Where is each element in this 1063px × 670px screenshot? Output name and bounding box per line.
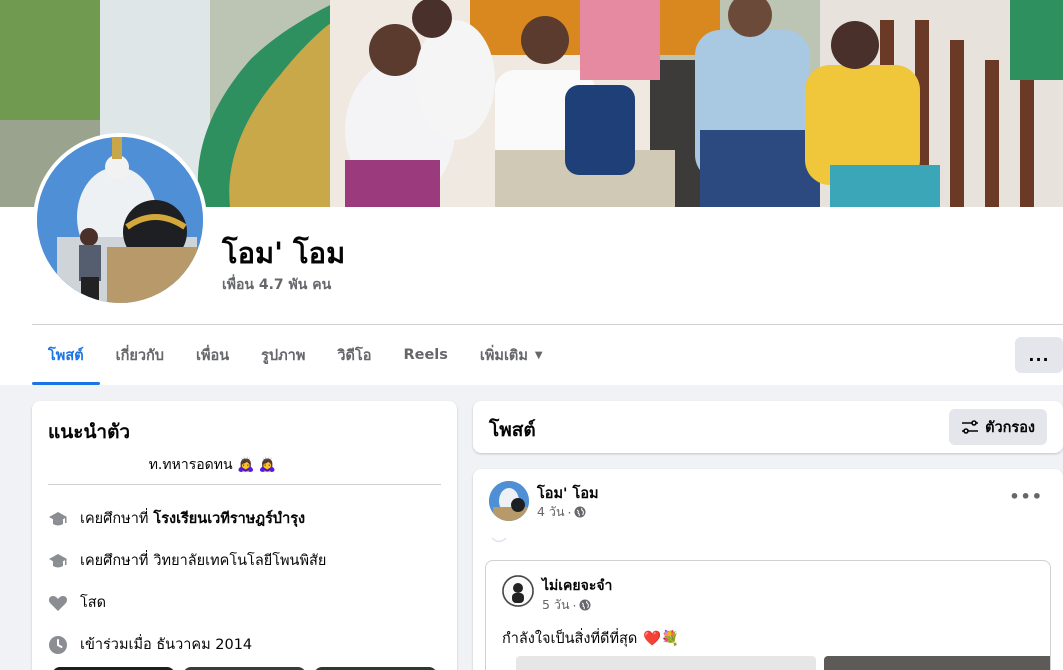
post-meta: 4 วัน · <box>537 502 586 522</box>
info-prefix: เคยศึกษาที่ <box>80 511 149 527</box>
filter-icon <box>962 420 979 434</box>
tab-label: Reels <box>403 347 448 363</box>
friends-count[interactable]: เพื่อน 4.7 พัน คน <box>222 274 331 296</box>
shared-photo[interactable] <box>824 656 1050 670</box>
tab-label: เกี่ยวกับ <box>115 347 164 364</box>
intro-card: แนะนำตัว <box>32 401 457 670</box>
tab-label: เพิ่มเติม <box>479 347 528 364</box>
tab-more[interactable]: เพิ่มเติม ▼ <box>464 325 559 385</box>
globe-icon <box>574 506 586 518</box>
shared-author-avatar[interactable] <box>502 575 534 607</box>
shared-author-name[interactable]: ไม่เคยจะจำ <box>542 575 612 597</box>
graduation-cap-icon <box>48 551 68 571</box>
shared-photo[interactable] <box>516 656 816 670</box>
bio-divider <box>48 484 441 485</box>
filter-button[interactable]: ตัวกรอง <box>949 409 1047 445</box>
profile-name: โอม' โอม <box>222 236 346 270</box>
info-value: วิทยาลัยเทคโนโลยีโพนพิสัย <box>153 553 327 569</box>
profile-tabs: โพสต์ เกี่ยวกับ เพื่อน รูปภาพ วิดีโอ Ree… <box>32 325 559 385</box>
shared-meta: 5 วัน · <box>542 595 591 615</box>
tab-label: รูปภาพ <box>261 347 306 364</box>
heart-icon <box>48 593 68 613</box>
posts-title: โพสต์ <box>489 419 536 441</box>
profile-avatar[interactable] <box>33 133 207 307</box>
tab-reels[interactable]: Reels <box>387 325 463 385</box>
tab-videos[interactable]: วิดีโอ <box>321 325 387 385</box>
info-text: เข้าร่วมเมื่อ ธันวาคม 2014 <box>80 637 253 653</box>
tab-posts[interactable]: โพสต์ <box>32 325 100 385</box>
tab-photos[interactable]: รูปภาพ <box>245 325 321 385</box>
more-options-button[interactable]: ... <box>1015 337 1063 373</box>
more-options-label: ... <box>1028 345 1050 365</box>
info-value-link[interactable]: โรงเรียนเวทีราษฎร์บำรุง <box>153 507 305 530</box>
intro-title: แนะนำตัว <box>48 421 131 443</box>
filter-label: ตัวกรอง <box>985 419 1035 436</box>
info-prefix: เคยศึกษาที่ <box>80 553 149 569</box>
shared-text-body: กำลังใจเป็นสิ่งที่ดีที่สุด <box>502 631 638 647</box>
tab-label: เพื่อน <box>195 347 230 364</box>
posts-header-card: โพสต์ ตัวกรอง <box>473 401 1063 453</box>
info-relationship: โสด <box>48 591 106 614</box>
clock-icon <box>48 635 68 655</box>
shared-time[interactable]: 5 วัน <box>542 595 570 615</box>
info-text: โสด <box>80 595 107 611</box>
post-options-button[interactable]: ••• <box>1009 487 1043 506</box>
shared-text-emoji: ❤️💐 <box>643 631 680 647</box>
info-education-1: เคยศึกษาที่ โรงเรียนเวทีราษฎร์บำรุง <box>48 507 305 530</box>
graduation-cap-icon <box>48 509 68 529</box>
heart-outline-icon <box>491 537 507 543</box>
info-joined: เข้าร่วมเมื่อ ธันวาคม 2014 <box>48 633 252 656</box>
shared-post-text: กำลังใจเป็นสิ่งที่ดีที่สุด ❤️💐 <box>502 627 679 650</box>
tab-friends[interactable]: เพื่อน <box>180 325 245 385</box>
globe-icon <box>579 599 591 611</box>
caret-down-icon: ▼ <box>534 349 543 361</box>
post-author-avatar[interactable] <box>489 481 529 521</box>
tab-label: วิดีโอ <box>337 347 372 364</box>
shared-post[interactable]: ไม่เคยจะจำ 5 วัน · กำลังใจเป็นสิ่งที่ดีท… <box>485 560 1051 670</box>
intro-bio: ท.ทหารอดทน 🙇‍♀️ 🙇‍♀️ <box>148 457 277 473</box>
tab-about[interactable]: เกี่ยวกับ <box>100 325 180 385</box>
post-card: โอม' โอม 4 วัน · ••• ไม่เคยจะจำ 5 วัน · … <box>473 469 1063 670</box>
tab-label: โพสต์ <box>48 347 84 364</box>
info-education-2: เคยศึกษาที่ วิทยาลัยเทคโนโลยีโพนพิสัย <box>48 549 326 572</box>
post-time[interactable]: 4 วัน <box>537 502 565 522</box>
